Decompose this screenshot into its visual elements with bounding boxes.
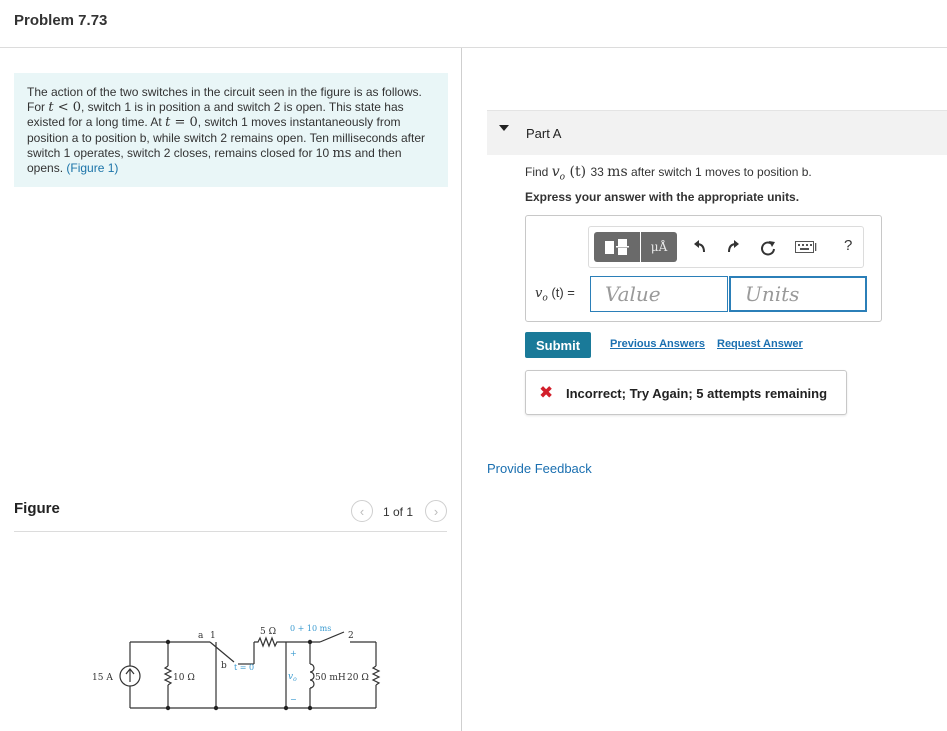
request-answer-link[interactable]: Request Answer xyxy=(717,338,803,350)
value-input[interactable] xyxy=(590,276,728,312)
figure-pager: 1 of 1 xyxy=(383,505,414,519)
problem-statement: The action of the two switches in the ci… xyxy=(14,73,448,187)
circuit-minus-label: − xyxy=(290,695,297,704)
redo-icon[interactable] xyxy=(725,239,741,255)
feedback-text: Incorrect; Try Again; 5 attempts remaini… xyxy=(566,386,828,401)
instruction-text: Express your answer with the appropriate… xyxy=(525,190,800,204)
circuit-r20-label: 20 Ω xyxy=(347,673,369,683)
circuit-1-label: 1 xyxy=(210,631,216,641)
help-button[interactable]: ? xyxy=(844,237,852,254)
circuit-l-label: 50 mH xyxy=(315,673,346,683)
feedback-message: ✖ Incorrect; Try Again; 5 attempts remai… xyxy=(525,370,847,415)
provide-feedback-link[interactable]: Provide Feedback xyxy=(487,461,592,476)
templates-icon xyxy=(605,239,629,255)
units-button[interactable]: μÅ xyxy=(641,232,677,262)
figure-prev-button[interactable]: ‹ xyxy=(351,500,373,522)
figure-divider xyxy=(14,531,447,532)
circuit-t10-label: 0 + 10 ms xyxy=(290,624,331,633)
circuit-diagram: 15 A 10 Ω a 1 b t = 0 5 Ω 0 + 10 ms 2 + … xyxy=(92,624,381,711)
keyboard-icon[interactable] xyxy=(795,241,817,253)
chevron-left-icon: ‹ xyxy=(359,503,365,519)
circuit-vo-label: vo xyxy=(288,672,297,683)
circuit-src-label: 15 A xyxy=(92,673,113,683)
math-eq0: = 0 xyxy=(170,115,198,131)
circuit-r5-label: 5 Ω xyxy=(260,627,276,637)
submit-button[interactable]: Submit xyxy=(525,332,591,358)
page-title: Problem 7.73 xyxy=(14,12,108,29)
circuit-a-label: a xyxy=(198,631,204,641)
part-title: Part A xyxy=(526,126,562,141)
undo-icon[interactable] xyxy=(692,239,708,255)
variable-label: vo (t) = xyxy=(535,285,575,304)
toolbar-group: μÅ xyxy=(594,232,677,262)
circuit-r10-label: 10 Ω xyxy=(173,673,195,683)
figure-next-button[interactable]: › xyxy=(425,500,447,522)
circuit-t0-label: t = 0 xyxy=(234,663,254,672)
question-text: Find vo (t) 33 ms after switch 1 moves t… xyxy=(525,164,812,183)
part-a-header[interactable]: Part A xyxy=(487,110,947,155)
reset-icon[interactable] xyxy=(759,239,777,257)
units-input[interactable] xyxy=(729,276,867,312)
answer-box: μÅ ? vo (t) = xyxy=(525,215,882,322)
figure-label: Figure xyxy=(14,500,60,517)
circuit-2-label: 2 xyxy=(348,631,354,641)
previous-answers-link[interactable]: Previous Answers xyxy=(610,338,705,350)
figure-link[interactable]: (Figure 1) xyxy=(66,161,118,175)
math-toolbar: μÅ ? xyxy=(588,226,864,268)
caret-down-icon xyxy=(499,125,509,131)
templates-button[interactable] xyxy=(594,232,640,262)
chevron-right-icon: › xyxy=(433,503,439,519)
x-icon: ✖ xyxy=(539,383,554,402)
page-header: Problem 7.73 xyxy=(0,0,947,48)
math-ms: ms xyxy=(332,145,352,161)
circuit-plus-label: + xyxy=(290,649,297,658)
math-lt0: < 0 xyxy=(53,100,82,116)
circuit-b-label: b xyxy=(221,661,227,671)
column-divider xyxy=(461,48,462,731)
